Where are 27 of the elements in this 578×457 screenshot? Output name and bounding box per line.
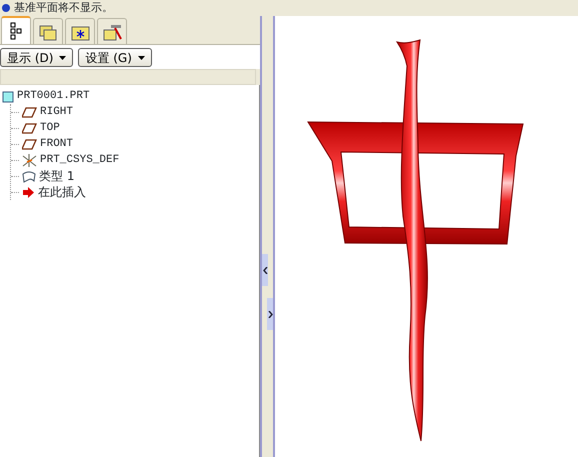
expand-right-icon[interactable] [267,298,273,330]
panel-tab[interactable] [65,18,95,44]
tree-item[interactable]: PRT_CSYS_DEF [40,152,120,168]
plane-icon [22,122,37,134]
collapse-left-icon[interactable] [262,254,268,286]
plane-icon [22,106,37,118]
tree-icon [10,22,22,40]
caret-icon [138,56,145,60]
panel-tab[interactable] [1,16,31,44]
tree-item[interactable]: FRONT [40,136,74,152]
menu-button[interactable]: 设置 (G) [78,48,152,67]
plane-icon [22,138,37,150]
caret-icon [59,56,66,60]
status-message: 基准平面将不显示。 [14,1,113,15]
tree-item[interactable]: 类型 1 [39,167,74,185]
tree-item[interactable]: RIGHT [40,104,74,120]
part-icon [2,90,14,102]
tree-item[interactable]: 在此插入 [38,183,86,201]
tree-item[interactable]: TOP [40,120,60,136]
tools-folder-icon [102,22,122,40]
curve-feature-icon [22,170,36,182]
axes-icon [22,154,37,166]
arrow-icon [22,186,35,198]
tree-item[interactable]: PRT0001.PRT [17,88,90,104]
folders-icon [39,22,57,40]
menu-button[interactable]: 显示 (D) [0,48,74,67]
info-icon [2,4,10,12]
